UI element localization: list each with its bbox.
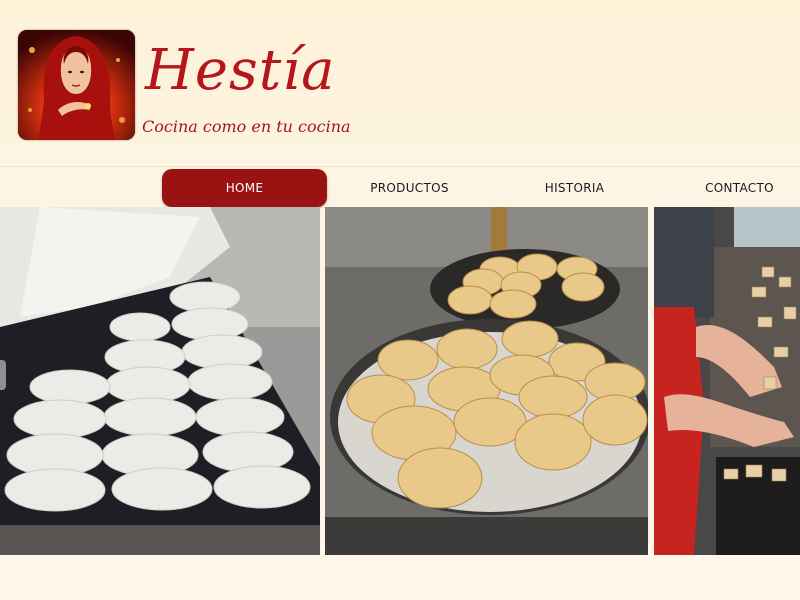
main-nav: HOME PRODUCTOS HISTORIA CONTACTO xyxy=(0,166,800,208)
nav-item-productos[interactable]: PRODUCTOS xyxy=(327,169,492,207)
gallery-prev-arrow[interactable] xyxy=(0,360,6,390)
nav-item-contacto[interactable]: CONTACTO xyxy=(657,169,800,207)
brand-title[interactable]: Hestía xyxy=(145,26,405,116)
brand-tagline: Cocina como en tu cocina xyxy=(142,117,351,136)
nav-item-home[interactable]: HOME xyxy=(162,169,327,207)
photo-gallery xyxy=(0,207,800,555)
footer-band xyxy=(0,555,800,600)
logo-image[interactable] xyxy=(18,30,135,140)
gallery-photo-dough-tray[interactable] xyxy=(0,207,320,555)
nav-item-historia[interactable]: HISTORIA xyxy=(492,169,657,207)
gallery-photo-baked-rolls[interactable] xyxy=(325,207,648,555)
site-header: Hestía Cocina como en tu cocina xyxy=(0,0,800,165)
gallery-photo-cookie-shaping[interactable] xyxy=(654,207,800,555)
